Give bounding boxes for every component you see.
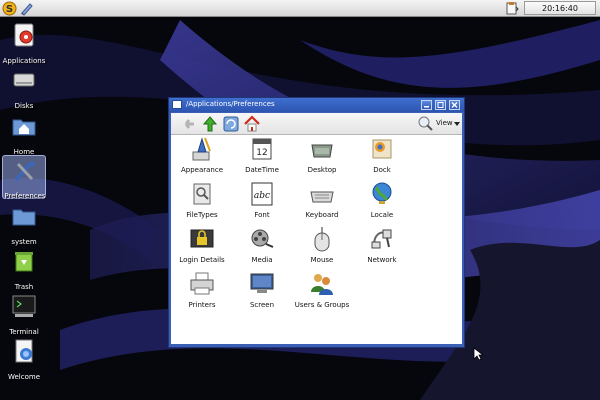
pref-label: Desktop bbox=[307, 166, 337, 174]
desktop-icon-welcome[interactable]: Welcome bbox=[2, 335, 46, 381]
keyboard-icon bbox=[310, 191, 334, 203]
desktop-icon-terminal[interactable]: Terminal bbox=[2, 290, 46, 336]
refresh-icon[interactable] bbox=[222, 115, 240, 133]
filetypes-icon bbox=[193, 183, 211, 205]
close-icon bbox=[451, 102, 458, 108]
window-titlebar[interactable]: /Applications/Preferences bbox=[169, 98, 464, 112]
pref-label: Appearance bbox=[180, 166, 224, 174]
top-panel: S 20:16:40 bbox=[0, 0, 600, 17]
view-menu-button[interactable]: View bbox=[416, 115, 460, 132]
maximize-button[interactable] bbox=[435, 100, 446, 110]
pref-label: Network bbox=[367, 256, 397, 264]
appearance-icon bbox=[192, 137, 211, 161]
pref-item-login-details[interactable]: Login Details bbox=[171, 225, 233, 269]
system-folder-icon bbox=[12, 209, 36, 226]
network-icon bbox=[371, 229, 392, 249]
pref-label: DateTime bbox=[245, 166, 279, 174]
font-sample-text: abc bbox=[254, 191, 270, 201]
pref-label: Mouse bbox=[310, 256, 334, 264]
printer-icon bbox=[190, 272, 214, 295]
trash-icon bbox=[15, 252, 33, 272]
calendar-icon: 12 bbox=[252, 138, 272, 160]
terminal-icon bbox=[12, 295, 36, 317]
desktop-icon-preferences[interactable]: Preferences bbox=[2, 155, 46, 200]
desktop-icon-trash[interactable]: Trash bbox=[2, 245, 46, 291]
pref-item-screen[interactable]: Screen bbox=[231, 270, 293, 314]
home-folder-icon bbox=[12, 119, 36, 136]
font-icon: abc bbox=[251, 182, 273, 206]
pref-item-network[interactable]: Network bbox=[351, 225, 413, 269]
window-title: /Applications/Preferences bbox=[186, 100, 275, 108]
magnifier-icon bbox=[418, 116, 433, 131]
chevron-down-icon bbox=[454, 122, 460, 126]
pref-label: Screen bbox=[249, 301, 275, 309]
pref-label: Locale bbox=[370, 211, 394, 219]
users-groups-icon bbox=[311, 274, 333, 295]
up-arrow-icon[interactable] bbox=[201, 115, 219, 133]
calendar-day-text: 12 bbox=[256, 148, 267, 158]
preferences-tools-icon bbox=[14, 161, 35, 182]
view-label: View bbox=[436, 119, 453, 127]
pref-label: Login Details bbox=[179, 256, 225, 264]
pref-label: Media bbox=[251, 256, 273, 264]
s-logo-icon[interactable]: S bbox=[2, 1, 17, 16]
desktop-icon-system[interactable]: system bbox=[2, 200, 46, 246]
pencil-icon[interactable] bbox=[19, 1, 34, 16]
minimize-button[interactable] bbox=[421, 100, 432, 110]
pref-item-datetime[interactable]: 12 DateTime bbox=[231, 135, 293, 179]
pref-item-font[interactable]: abc Font bbox=[231, 180, 293, 224]
pref-label: Dock bbox=[373, 166, 391, 174]
back-arrow-icon[interactable] bbox=[179, 115, 197, 133]
desktop-icon-label: Preferences bbox=[4, 192, 46, 200]
desktop-icon-disks[interactable]: Disks bbox=[2, 64, 46, 110]
desktop-icon-label: Welcome bbox=[7, 373, 41, 381]
pref-item-filetypes[interactable]: FileTypes bbox=[171, 180, 233, 224]
pref-item-printers[interactable]: Printers bbox=[171, 270, 233, 314]
pref-label: Printers bbox=[188, 301, 216, 309]
preferences-window: /Applications/Preferences View Appearanc… bbox=[168, 97, 465, 348]
desktop-icon-home[interactable]: Home bbox=[2, 110, 46, 156]
desktop-icon-label: Disks bbox=[14, 102, 34, 110]
pref-label: Font bbox=[254, 211, 270, 219]
minimize-icon bbox=[424, 106, 429, 108]
pref-label: FileTypes bbox=[186, 211, 218, 219]
desktop-icon-applications[interactable]: Applications bbox=[2, 19, 46, 65]
mouse-icon bbox=[314, 227, 330, 252]
globe-icon bbox=[372, 182, 392, 204]
preferences-grid: Appearance 12 DateTime Desktop Dock File… bbox=[171, 135, 462, 344]
clock[interactable]: 20:16:40 bbox=[524, 1, 596, 15]
maximize-icon bbox=[437, 102, 444, 108]
home-icon[interactable] bbox=[243, 115, 261, 133]
clipboard-icon[interactable] bbox=[505, 1, 520, 16]
window-toolbar: View bbox=[171, 113, 462, 135]
monitor-icon bbox=[250, 273, 274, 293]
login-lock-icon bbox=[190, 229, 214, 248]
dock-icon bbox=[372, 139, 392, 159]
pref-item-users-groups[interactable]: Users & Groups bbox=[291, 270, 353, 314]
pref-item-keyboard[interactable]: Keyboard bbox=[291, 180, 353, 224]
pref-label: Keyboard bbox=[305, 211, 339, 219]
pref-item-mouse[interactable]: Mouse bbox=[291, 225, 353, 269]
film-reel-icon bbox=[251, 229, 274, 248]
welcome-icon bbox=[15, 339, 33, 363]
pref-label: Users & Groups bbox=[294, 301, 350, 309]
svg-text:S: S bbox=[6, 4, 13, 15]
pref-item-media[interactable]: Media bbox=[231, 225, 293, 269]
pref-item-locale[interactable]: Locale bbox=[351, 180, 413, 224]
pref-item-appearance[interactable]: Appearance bbox=[171, 135, 233, 179]
mouse-pointer-icon bbox=[473, 347, 483, 361]
close-button[interactable] bbox=[449, 100, 460, 110]
pref-item-dock[interactable]: Dock bbox=[351, 135, 413, 179]
disk-drive-icon bbox=[13, 73, 35, 87]
desktop-icon bbox=[311, 144, 333, 158]
applications-icon bbox=[14, 23, 34, 47]
window-menu-button[interactable] bbox=[172, 100, 182, 109]
pref-item-desktop[interactable]: Desktop bbox=[291, 135, 353, 179]
